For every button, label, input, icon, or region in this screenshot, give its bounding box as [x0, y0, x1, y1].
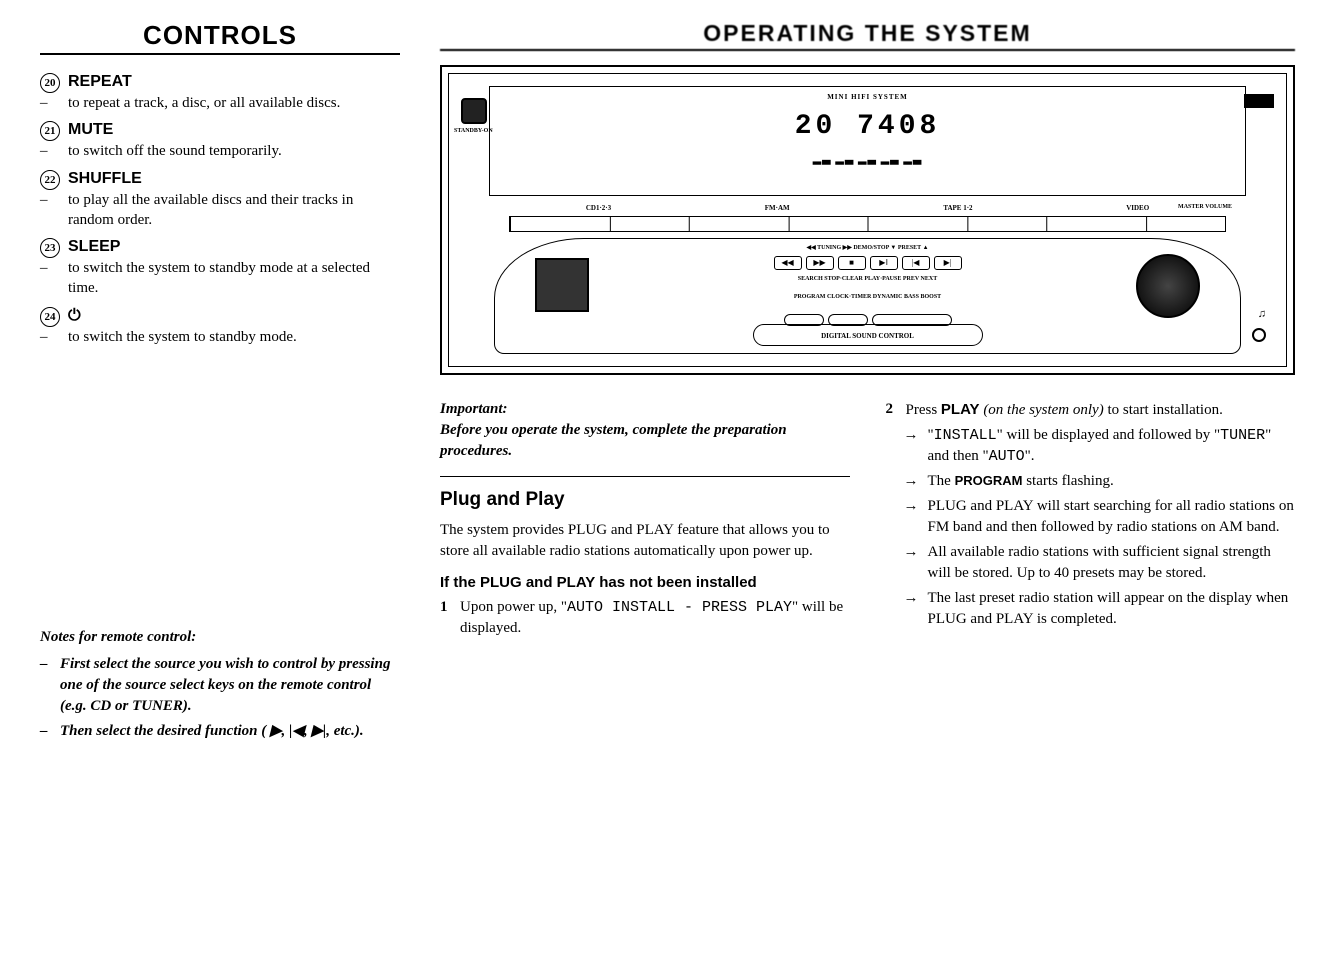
- dash: –: [40, 654, 54, 717]
- control-mute: 21 MUTE –to switch off the sound tempora…: [40, 121, 400, 161]
- lcd-display-value: 20 7408: [490, 111, 1245, 142]
- plug-play-intro: The system provides PLUG and PLAY featur…: [440, 520, 850, 562]
- system-diagram: STANDBY-ON MINI HIFI SYSTEM 20 7408 ▂▃ ▂…: [440, 65, 1295, 375]
- btn-ff: ▶▶: [806, 256, 834, 270]
- control-num-21: 21: [40, 121, 60, 141]
- ir-sensor-icon: [535, 258, 589, 312]
- result-4: → All available radio stations with suff…: [904, 542, 1296, 584]
- note-2: Then select the desired function ( ▶, |◀…: [60, 721, 364, 742]
- important-block: Important: Before you operate the system…: [440, 399, 850, 462]
- btn-stop: ■: [838, 256, 866, 270]
- arrow-icon: →: [904, 588, 922, 630]
- operating-heading: OPERATING THE SYSTEM: [440, 20, 1295, 51]
- row-mid-labels: SEARCH STOP·CLEAR PLAY·PAUSE PREV NEXT: [798, 276, 937, 282]
- step-num-1: 1: [440, 597, 452, 639]
- dash: –: [40, 190, 60, 231]
- brand-logo-icon: [1244, 94, 1274, 108]
- step-2: 2 Press PLAY (on the system only) to sta…: [886, 399, 1296, 421]
- dash: –: [40, 93, 60, 113]
- arrow-icon: →: [904, 425, 922, 467]
- control-desc: to switch the system to standby mode at …: [68, 258, 400, 299]
- controls-heading: CONTROLS: [40, 20, 400, 55]
- control-repeat: 20 REPEAT –to repeat a track, a disc, or…: [40, 73, 400, 113]
- control-num-23: 23: [40, 238, 60, 258]
- transport-buttons-row1: ◀◀ ▶▶ ■ ▶‖ |◀ ▶|: [649, 256, 1086, 270]
- dash: –: [40, 327, 60, 347]
- arrow-icon: →: [904, 542, 922, 584]
- btn-prev: |◀: [902, 256, 930, 270]
- arrow-icon: →: [904, 471, 922, 492]
- control-label-repeat: REPEAT: [68, 73, 132, 91]
- step-1-text: Upon power up, "AUTO INSTALL - PRESS PLA…: [460, 597, 850, 639]
- row-labels-bottom: PROGRAM CLOCK·TIMER DYNAMIC BASS BOOST: [449, 294, 1286, 300]
- control-sleep: 23 SLEEP –to switch the system to standb…: [40, 238, 400, 299]
- headphone-icon: ♫: [1258, 308, 1266, 320]
- lcd-panel: MINI HIFI SYSTEM 20 7408 ▂▃ ▂▃ ▂▃ ▂▃ ▂▃: [489, 86, 1246, 196]
- src-tape: TAPE 1·2: [943, 204, 972, 212]
- standby-label: STANDBY-ON: [454, 128, 493, 134]
- control-desc: to repeat a track, a disc, or all availa…: [68, 93, 340, 113]
- src-video: VIDEO: [1126, 204, 1149, 212]
- control-desc: to play all the available discs and thei…: [68, 190, 400, 231]
- control-shuffle: 22 SHUFFLE –to play all the available di…: [40, 170, 400, 231]
- control-power: 24 ⏻ –to switch the system to standby mo…: [40, 307, 400, 347]
- control-label-sleep: SLEEP: [68, 238, 120, 256]
- divider: [440, 476, 850, 477]
- btn-next: ▶|: [934, 256, 962, 270]
- step-1: 1 Upon power up, "AUTO INSTALL - PRESS P…: [440, 597, 850, 639]
- dsc-panel: DIGITAL SOUND CONTROL: [753, 324, 983, 346]
- mini-hifi-label: MINI HIFI SYSTEM: [490, 93, 1245, 101]
- note-1: First select the source you wish to cont…: [60, 654, 400, 717]
- dash: –: [40, 721, 54, 742]
- step-num-2: 2: [886, 399, 898, 421]
- volume-dial-icon: [1136, 254, 1200, 318]
- arrow-icon: →: [904, 496, 922, 538]
- master-volume-label: MASTER VOLUME: [1178, 204, 1232, 210]
- headphone-jack-icon: [1252, 328, 1266, 342]
- transport-labels-row: SEARCH STOP·CLEAR PLAY·PAUSE PREV NEXT: [649, 276, 1086, 282]
- important-text: Before you operate the system, complete …: [440, 422, 787, 459]
- control-num-20: 20: [40, 73, 60, 93]
- control-num-24: 24: [40, 307, 60, 327]
- step-2-text: Press PLAY (on the system only) to start…: [906, 399, 1223, 421]
- src-cd: CD1·2·3: [586, 204, 611, 212]
- result-5: → The last preset radio station will app…: [904, 588, 1296, 630]
- power-icon: ⏻: [68, 307, 81, 325]
- btn-rew: ◀◀: [774, 256, 802, 270]
- control-label-mute: MUTE: [68, 121, 113, 139]
- result-2: → The PROGRAM starts flashing.: [904, 471, 1296, 492]
- plug-play-subheading: If the PLUG and PLAY has not been instal…: [440, 572, 850, 593]
- control-desc: to switch off the sound temporarily.: [68, 141, 282, 161]
- dash: –: [40, 258, 60, 299]
- row-labels-top: ◀◀ TUNING ▶▶ DEMO/STOP ▼ PRESET ▲: [449, 244, 1286, 251]
- eq-bars-icon: ▂▃ ▂▃ ▂▃ ▂▃ ▂▃: [490, 152, 1245, 165]
- source-labels: CD1·2·3 FM·AM TAPE 1·2 VIDEO: [509, 204, 1226, 212]
- control-desc: to switch the system to standby mode.: [68, 327, 297, 347]
- plug-play-heading: Plug and Play: [440, 487, 850, 514]
- source-button-strip: [509, 216, 1226, 232]
- dash: –: [40, 141, 60, 161]
- result-1: → "INSTALL" will be displayed and follow…: [904, 425, 1296, 467]
- src-fm: FM·AM: [765, 204, 790, 212]
- control-label-shuffle: SHUFFLE: [68, 170, 142, 188]
- important-label: Important:: [440, 401, 508, 417]
- btn-playpause: ▶‖: [870, 256, 898, 270]
- remote-notes: Notes for remote control: –First select …: [40, 627, 400, 742]
- notes-title: Notes for remote control:: [40, 627, 400, 648]
- result-3: → PLUG and PLAY will start searching for…: [904, 496, 1296, 538]
- control-num-22: 22: [40, 170, 60, 190]
- standby-button-icon: [461, 98, 487, 124]
